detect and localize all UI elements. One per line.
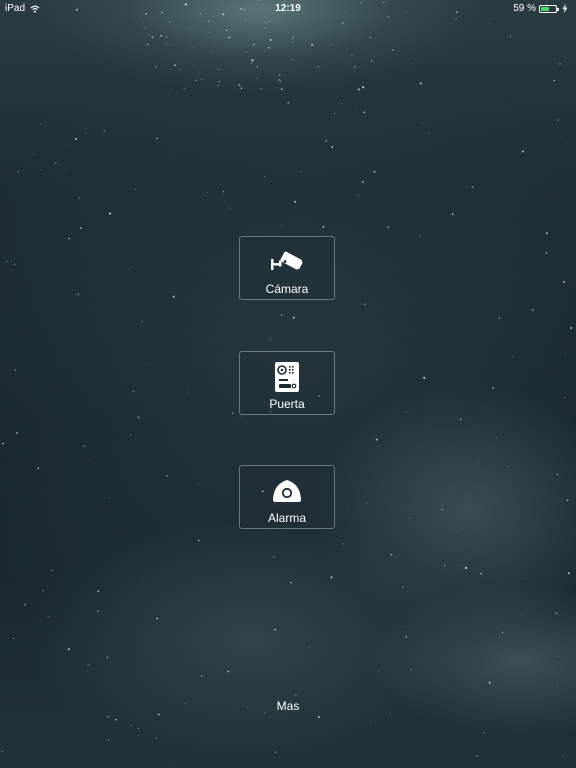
status-bar: iPad 12:19 59 % (0, 0, 576, 18)
battery-level-fill (541, 6, 550, 11)
camera-button[interactable]: Cámara (239, 236, 335, 300)
door-label: Puerta (269, 397, 305, 411)
security-camera-icon (240, 247, 334, 277)
door-button[interactable]: Puerta (239, 351, 335, 415)
status-right: 59 % (513, 3, 568, 14)
battery-icon (539, 4, 559, 13)
battery-percent: 59 % (513, 3, 536, 14)
camera-label: Cámara (265, 282, 309, 296)
alarm-button[interactable]: Alarma (239, 465, 335, 529)
app-screen: iPad 12:19 59 % Cámara Puerta Alarma Mas (0, 0, 576, 768)
more-link[interactable]: Mas (248, 699, 328, 713)
door-intercom-icon (240, 362, 334, 392)
status-time: 12:19 (275, 3, 301, 14)
alarm-label: Alarma (267, 511, 306, 525)
charging-bolt-icon (562, 4, 568, 13)
alarm-sensor-icon (240, 476, 334, 506)
